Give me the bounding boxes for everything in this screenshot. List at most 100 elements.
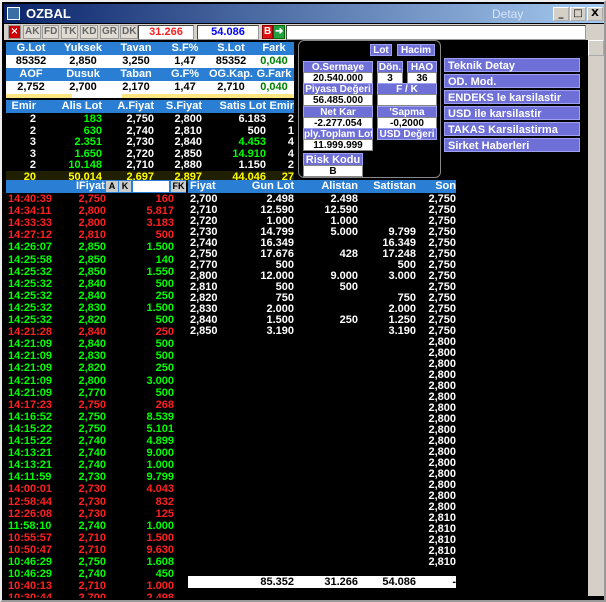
trade-price: 2,730	[78, 483, 106, 496]
order-book-cell: 2,880	[174, 159, 202, 171]
scroll-up-button[interactable]	[588, 40, 604, 56]
depth-header-cell[interactable]: Fiyat	[190, 180, 230, 193]
vertical-scrollbar[interactable]	[588, 40, 604, 596]
order-book-header: Emir Alis Lot A.Fiyat S.Fiyat Satis Lot Emir	[6, 100, 294, 113]
trade-lot: 5.101	[146, 422, 174, 435]
trade-lot: 450	[155, 568, 174, 581]
buy-button[interactable]: B	[262, 25, 274, 39]
summary-header-cell: Tavan	[120, 42, 152, 54]
trades-header: IFiyat A K FK	[6, 180, 186, 193]
trade-time: 14:21:09	[8, 362, 53, 375]
trade-time: 14:26:07	[8, 241, 53, 254]
link-sirket-haberleri[interactable]: Sirket Haberleri	[444, 138, 580, 152]
trade-row: 14:16:52 2,750 8.539	[6, 411, 186, 423]
order-book-header-cell[interactable]: Emir	[6, 100, 36, 113]
trade-row: 14:21:09 2,830 500	[6, 350, 186, 362]
trade-time: 14:25:58	[8, 253, 53, 266]
trade-time: 14:13:21	[8, 447, 53, 460]
depth-header-cell[interactable]: Son	[414, 180, 456, 193]
trade-row: 14:13:21 2,740 1.000	[6, 459, 186, 471]
trade-row: 14:21:09 2,840 500	[6, 338, 186, 350]
trade-lot: 9.799	[146, 471, 174, 484]
order-book-header-cell[interactable]: Alis Lot	[52, 100, 102, 113]
trade-time: 14:15:22	[8, 435, 53, 447]
order-book-cell: 2,740	[126, 124, 154, 137]
order-book-row: 2 183 2,750 2,800 6.183 2	[6, 113, 294, 125]
order-book-row: 2 10.148 2,710 2,880 1.150 2	[6, 159, 294, 171]
order-book-cell: 4	[287, 147, 294, 160]
lot-button[interactable]: Lot	[370, 44, 392, 56]
minimize-button[interactable]: _	[553, 7, 569, 21]
go-arrow-icon[interactable]: ➜	[273, 25, 286, 39]
sort-k-button[interactable]: K	[119, 181, 131, 192]
link-od-mod[interactable]: OD. Mod.	[444, 74, 580, 88]
trade-price: 2,840	[78, 277, 106, 290]
trades-fiyat-header[interactable]: IFiyat	[76, 180, 105, 193]
summary-header-cell: G.Fark	[256, 68, 292, 80]
order-book-header-cell[interactable]: A.Fiyat	[110, 100, 154, 113]
tab-tk[interactable]: TK	[61, 25, 79, 39]
trade-lot: 500	[155, 350, 174, 363]
order-book-cell: 2,840	[174, 136, 202, 148]
summary-value-cell: 0,040	[260, 55, 288, 67]
order-book-header-cell[interactable]: S.Fiyat	[158, 100, 202, 113]
tab-fd[interactable]: FD	[42, 25, 60, 39]
sort-a-button[interactable]: A	[106, 181, 118, 192]
order-book-cell: 183	[83, 113, 102, 125]
order-book-header-cell[interactable]: Satis Lot	[212, 100, 266, 113]
trade-row: 14:21:28 2,840 250	[6, 326, 186, 338]
summary-header-cell: S.Lot	[217, 42, 245, 54]
trade-time: 14:13:21	[8, 459, 53, 472]
link-teknik-detay[interactable]: Teknik Detay	[444, 58, 580, 72]
symbol-input[interactable]	[286, 25, 586, 40]
trade-price: 2,800	[78, 374, 106, 387]
trade-row: 10:50:47 2,710 9.630	[6, 544, 186, 556]
trade-lot: 1.550	[146, 265, 174, 278]
fk-button[interactable]: FK	[171, 181, 186, 192]
summary-row2-headers: AOF Dusuk Taban G.F% OG.Kap. G.Fark	[6, 68, 294, 81]
tab-gr[interactable]: GR	[100, 25, 119, 39]
order-book-row: 3 1.650 2,720 2,850 14.910 4	[6, 148, 294, 160]
link-endeks-karsilastir[interactable]: ENDEKS le karsilastir	[444, 90, 580, 104]
link-usd-karsilastir[interactable]: USD ile karsilastir	[444, 106, 580, 120]
order-book-cell: 2,710	[126, 159, 154, 171]
summary-value-cell: 85352	[215, 55, 247, 67]
depth-header-cell[interactable]: Satistan	[364, 180, 416, 193]
trade-lot: 1.000	[146, 519, 174, 532]
hacim-button[interactable]: Hacim	[397, 44, 435, 56]
tab-kd[interactable]: KD	[80, 25, 99, 39]
trade-row: 14:25:32 2,840 500	[6, 278, 186, 290]
depth-totals: 85.352 31.266 54.086 -	[188, 576, 456, 588]
order-book-cell: 500	[247, 124, 266, 137]
trade-time: 10:50:47	[8, 543, 53, 556]
close-icon[interactable]: ×	[8, 25, 21, 39]
filter-input[interactable]	[133, 181, 169, 192]
summary-value-cell: 0,040	[260, 81, 288, 93]
depth-header-cell[interactable]: Alistan	[308, 180, 358, 193]
trade-row: 14:21:09 2,820 250	[6, 362, 186, 374]
trade-lot: 250	[155, 289, 174, 302]
depth-total-cell: -	[452, 576, 456, 588]
title-bar[interactable]: OZBAL Detay _ □ X	[4, 4, 604, 23]
order-book-cell: 2,850	[174, 147, 202, 160]
order-book-cell: 14.910	[232, 147, 266, 160]
tab-dk[interactable]: DK	[120, 25, 139, 39]
trade-price: 2,830	[78, 350, 106, 363]
trade-price: 2,850	[78, 265, 106, 278]
trade-time: 14:15:22	[8, 422, 53, 435]
trade-lot: 140	[155, 253, 174, 266]
trade-price: 2,740	[78, 447, 106, 460]
usd-degeri-button[interactable]: USD Değeri	[377, 128, 437, 140]
link-takas-karsilastirma[interactable]: TAKAS Karsilastirma	[444, 122, 580, 136]
tab-ak[interactable]: AK	[23, 25, 42, 39]
maximize-button[interactable]: □	[570, 7, 586, 21]
summary-row1-values: 85352 2,850 3,250 1,47 85352 0,040	[6, 55, 294, 68]
trade-price: 2,750	[78, 410, 106, 423]
trade-row: 14:11:59 2,730 9.799	[6, 471, 186, 483]
close-button[interactable]: X	[587, 7, 603, 21]
trade-price: 2,730	[78, 495, 106, 508]
trade-time: 10:46:29	[8, 568, 53, 581]
trade-price: 2,840	[78, 338, 106, 351]
order-book-header-cell[interactable]: Emir	[268, 100, 294, 113]
depth-header-cell[interactable]: Gun Lot	[234, 180, 294, 193]
